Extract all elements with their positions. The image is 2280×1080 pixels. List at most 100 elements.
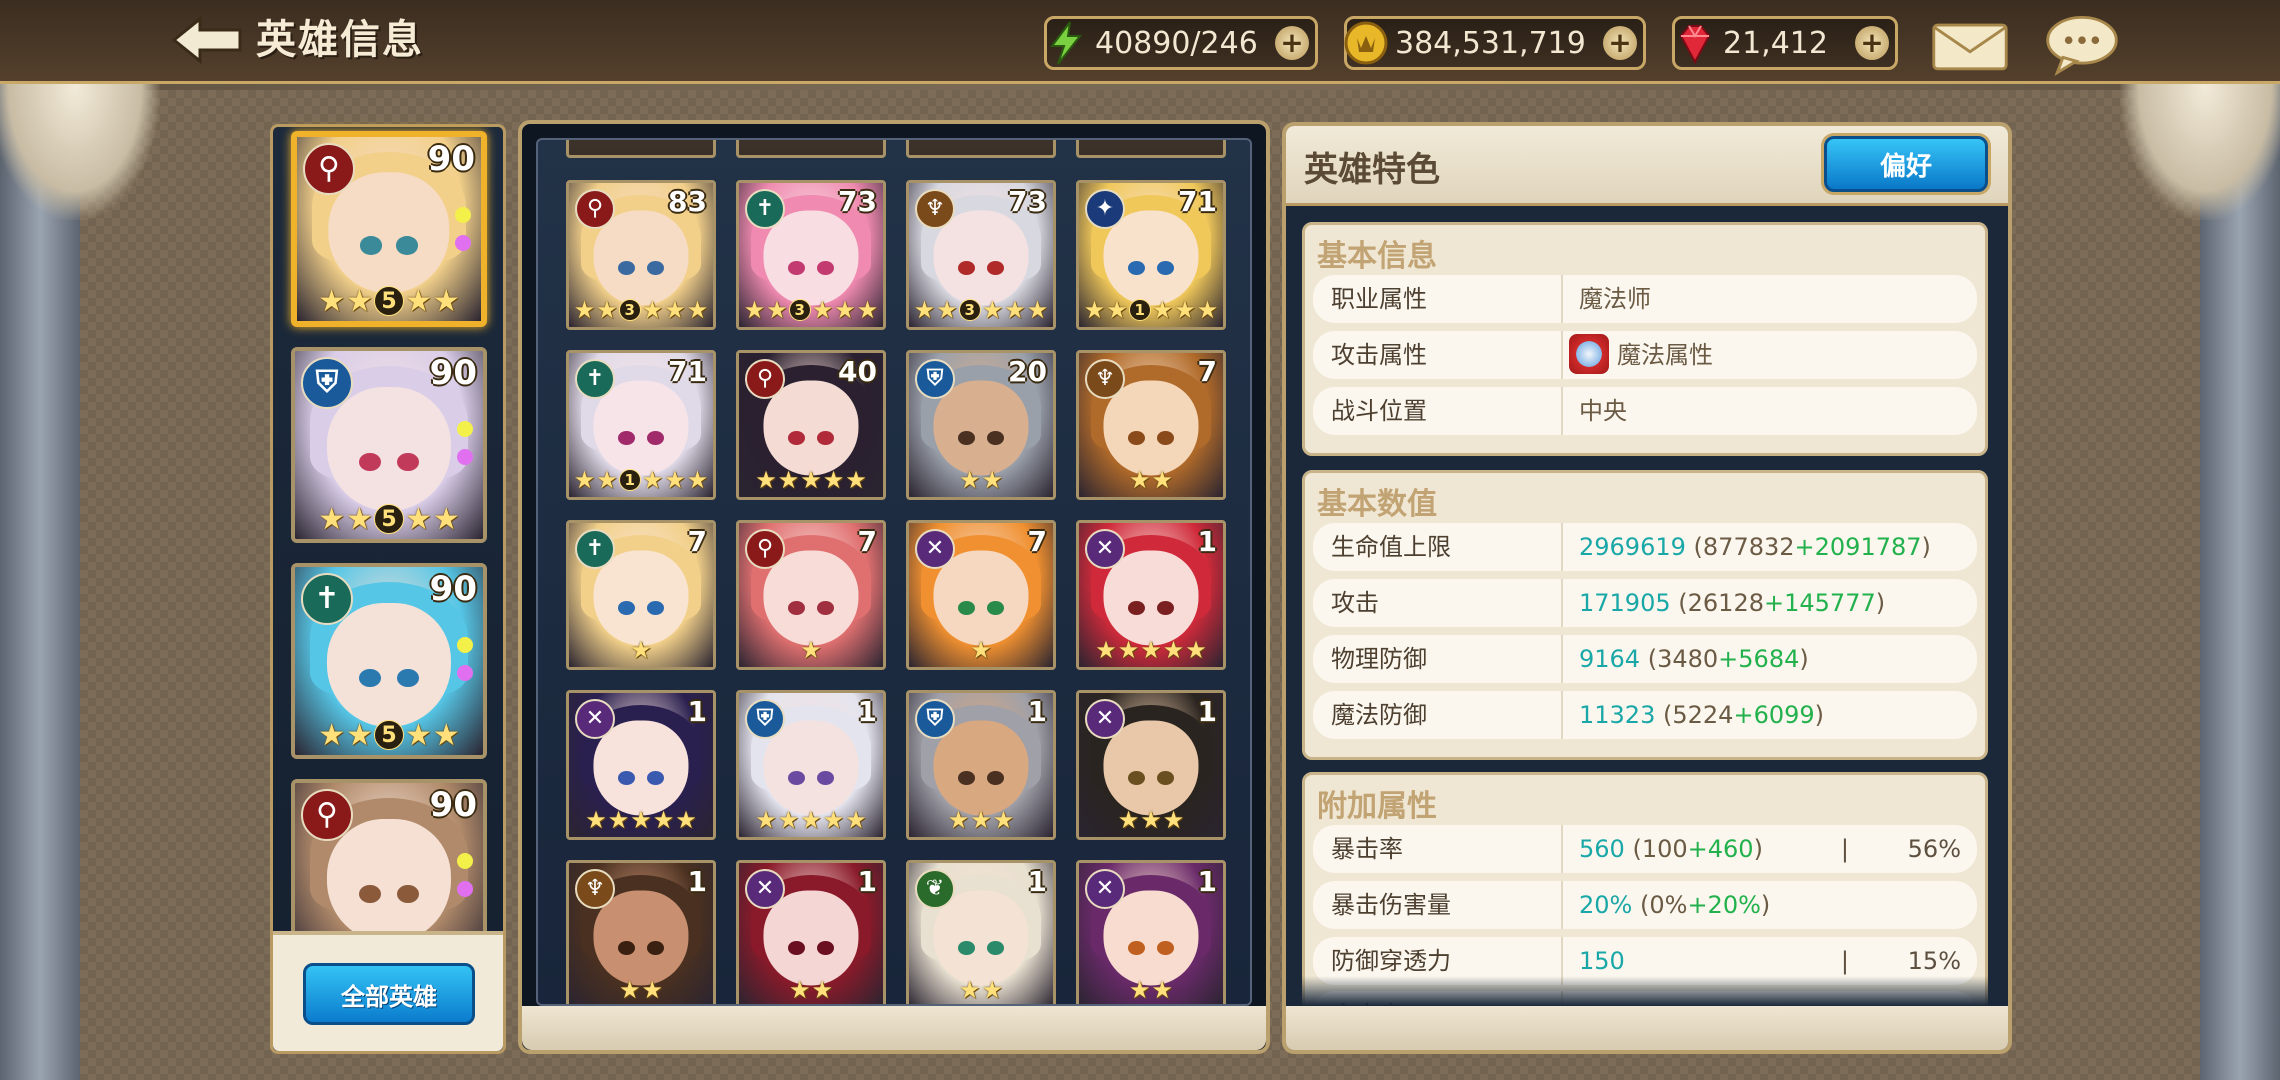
hero-card[interactable]: ♆ 73 ★ ★ 3 ★ ★ ★: [906, 180, 1056, 330]
chat-button[interactable]: [2040, 12, 2124, 78]
row-label: 战斗位置: [1323, 387, 1563, 435]
hero-card[interactable]: ⚲ 83 ★ ★ 3 ★ ★ ★: [566, 180, 716, 330]
hero-card[interactable]: ✕ 1 ★ ★: [736, 860, 886, 1004]
stat-open-paren: (: [1632, 835, 1642, 863]
hero-eye: [646, 940, 665, 956]
hero-card[interactable]: ✕ 7 ★: [906, 520, 1056, 670]
hero-face: [593, 210, 689, 306]
hero-face: [1103, 380, 1199, 476]
hero-card[interactable]: ♆ 1 ★ ★: [566, 860, 716, 1004]
hero-level: 90: [429, 569, 477, 609]
star-icon: ★: [318, 501, 346, 537]
hero-card-partial[interactable]: [906, 140, 1056, 158]
hero-card-partial[interactable]: [736, 140, 886, 158]
star-icon: ★: [755, 466, 777, 494]
hero-face: [593, 890, 689, 986]
section-title: 基本数值: [1317, 487, 1437, 522]
all-heroes-button[interactable]: 全部英雄: [303, 963, 475, 1025]
hero-face: [593, 550, 689, 646]
star-icon: ★: [1117, 806, 1140, 834]
add-energy-button[interactable]: +: [1275, 26, 1309, 60]
stat-base: 26128: [1687, 589, 1764, 617]
staff-class-icon: ⚲: [745, 359, 785, 399]
energy-counter: 40890/246 +: [1044, 16, 1318, 70]
stat-total: 9164: [1579, 645, 1641, 673]
stat-base: 3480: [1657, 645, 1719, 673]
star-icon: ★: [652, 806, 675, 834]
hero-card[interactable]: ⚲ 7 ★: [736, 520, 886, 670]
hero-level: 1: [687, 695, 707, 728]
hero-card[interactable]: ⚲ 40 ★ ★ ★ ★ ★: [736, 350, 886, 500]
team-hero-card[interactable]: ⛨ 90 ★ ★ 5 ★ ★: [291, 347, 487, 543]
hero-face: [763, 380, 859, 476]
basic-stats-section: 基本数值 生命值上限 2969619 (877832+2091787) 攻击 1719…: [1302, 470, 1988, 760]
awaken-count: 3: [618, 299, 641, 321]
hero-card[interactable]: ✝ 73 ★ ★ 3 ★ ★ ★: [736, 180, 886, 330]
dagger-class-icon: ✕: [745, 869, 785, 909]
hero-eye: [646, 770, 665, 786]
team-hero-column: ⚲90★★5★★⛨90★★5★★✝90★★5★★⚲90★★5★★ 全部英雄: [270, 124, 506, 1054]
add-gems-button[interactable]: +: [1855, 26, 1889, 60]
hero-card[interactable]: ✝ 71 ★ ★ 1 ★ ★ ★: [566, 350, 716, 500]
yellow-gem-indicator: [455, 207, 471, 223]
ruby-gem-icon: [1671, 20, 1717, 66]
staff-class-icon: ⚲: [301, 789, 353, 841]
hero-grid-panel: ⚲ 83 ★ ★ 3 ★ ★ ★ ✝ 73 ★ ★ 3 ★ ★ ★ ♆ 73 ★ ★ 3 ★ ★ ★ ✦ 71 ★ ★ 1 ★ ★ ★ ✝ 71 ★…: [518, 120, 1270, 1054]
gold-coin-icon: [1343, 20, 1389, 66]
star-icon: ★: [822, 466, 845, 494]
hero-card[interactable]: ✕ 1 ★ ★ ★: [1076, 690, 1226, 840]
shield-class-icon: ⛨: [745, 699, 785, 739]
awaken-count: 3: [788, 299, 811, 321]
back-button[interactable]: [168, 14, 246, 66]
mail-button[interactable]: [1928, 16, 2012, 76]
team-hero-card-selected[interactable]: ⚲ 90 ★ ★ 5 ★ ★: [291, 131, 487, 327]
hero-grid[interactable]: ⚲ 83 ★ ★ 3 ★ ★ ★ ✝ 73 ★ ★ 3 ★ ★ ★ ♆ 73 ★ ★ 3 ★ ★ ★ ✦ 71 ★ ★ 1 ★ ★ ★ ✝ 71 ★…: [536, 138, 1252, 1006]
cross-class-icon: ✝: [745, 189, 785, 229]
hero-face: [1103, 550, 1199, 646]
star-icon: ★: [834, 296, 856, 324]
hero-eye: [986, 770, 1005, 786]
team-hero-card[interactable]: ✝ 90 ★ ★ 5 ★ ★: [291, 563, 487, 759]
staff-class-icon: ⚲: [575, 189, 615, 229]
stat-label: 物理防御: [1323, 635, 1563, 683]
leaf-class-icon: ❦: [915, 869, 955, 909]
awaken-count: 5: [374, 504, 404, 534]
hero-face: [1103, 720, 1199, 816]
star-icon: ★: [318, 717, 346, 753]
hero-card[interactable]: ✕ 1 ★ ★ ★ ★ ★: [566, 690, 716, 840]
stat-open-paren: (: [1693, 533, 1703, 561]
add-gold-button[interactable]: +: [1603, 26, 1637, 60]
star-rating: ★ ★ ★ ★ ★: [569, 805, 713, 835]
shield-class-icon: ⛨: [915, 359, 955, 399]
hero-card[interactable]: ⛨ 20 ★ ★: [906, 350, 1056, 500]
star-icon: ★: [1185, 636, 1207, 664]
star-rating: ★ ★ 3 ★ ★ ★: [739, 295, 883, 325]
gold-counter: 384,531,719 +: [1344, 16, 1646, 70]
star-rating: ★ ★: [909, 975, 1053, 1004]
stat-base: 0%: [1649, 891, 1688, 919]
stat-close-paren: ): [1814, 701, 1825, 729]
hero-card[interactable]: ⛨ 1 ★ ★ ★ ★ ★: [736, 690, 886, 840]
hero-card[interactable]: ❦ 1 ★ ★: [906, 860, 1056, 1004]
top-bar: 英雄信息 40890/246 + 384,531,719 + 21,412 +: [0, 0, 2280, 84]
hero-card[interactable]: ♆ 7 ★ ★: [1076, 350, 1226, 500]
hero-card-partial[interactable]: [566, 140, 716, 158]
star-icon: ★: [958, 466, 981, 494]
star-icon: ★: [970, 806, 992, 834]
star-icon: ★: [1174, 296, 1196, 324]
hero-level: 1: [1197, 525, 1217, 558]
all-heroes-footer: 全部英雄: [273, 931, 503, 1051]
cross-class-icon: ✝: [575, 359, 615, 399]
preference-button[interactable]: 偏好: [1824, 136, 1988, 192]
hero-card-partial[interactable]: [1076, 140, 1226, 158]
hero-card[interactable]: ✝ 7 ★: [566, 520, 716, 670]
star-icon: ★: [641, 296, 664, 324]
stat-open-paren: (: [1663, 701, 1673, 729]
hero-card[interactable]: ✕ 1 ★ ★: [1076, 860, 1226, 1004]
hero-card[interactable]: ✦ 71 ★ ★ 1 ★ ★ ★: [1076, 180, 1226, 330]
star-rating: ★ ★: [909, 465, 1053, 495]
grid-bottom-rail: [522, 1006, 1266, 1050]
hero-card[interactable]: ⛨ 1 ★ ★ ★: [906, 690, 1056, 840]
hero-face: [933, 720, 1029, 816]
hero-card[interactable]: ✕ 1 ★ ★ ★ ★ ★: [1076, 520, 1226, 670]
